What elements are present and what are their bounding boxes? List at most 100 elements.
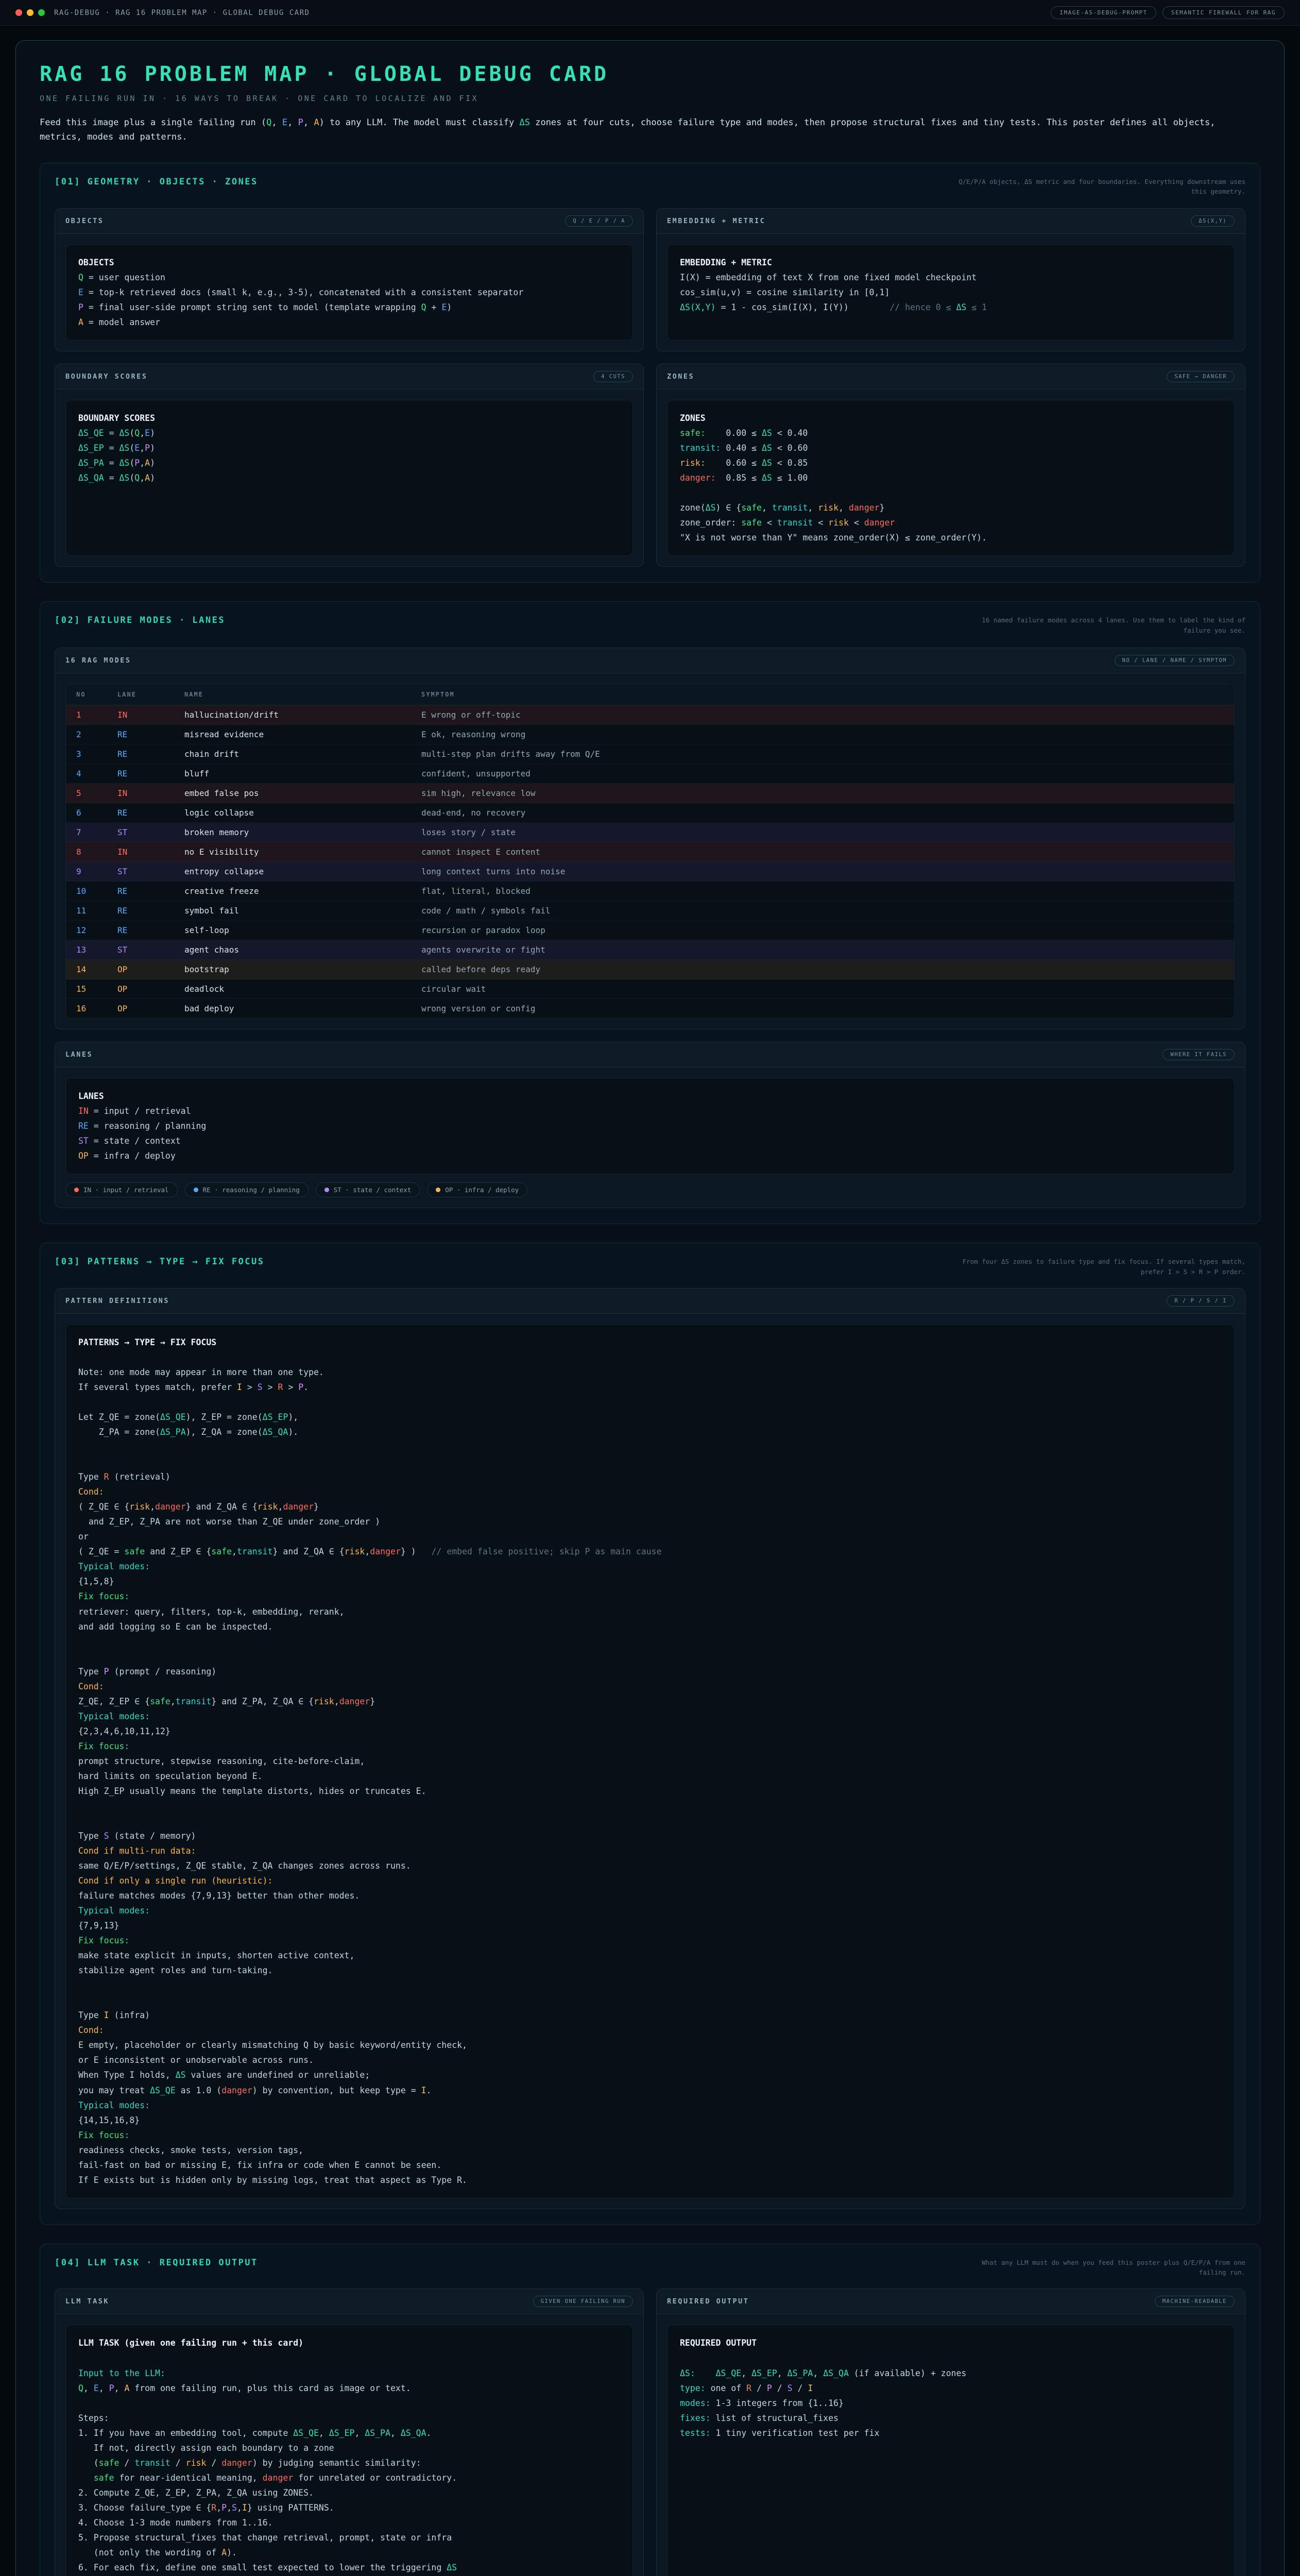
code-line: 2. Compute Z_QE, Z_EP, Z_PA, Z_QA using … [78, 2485, 620, 2500]
patterns-code: PATTERNS → TYPE → FIX FOCUS Note: one mo… [65, 1324, 1235, 2198]
boundary-scores-panel: BOUNDARY SCORES 4 CUTS BOUNDARY SCORESΔS… [55, 364, 644, 567]
code-line: {14,15,16,8} [78, 2113, 1222, 2128]
code-line: type: one of R / P / S / I [680, 2381, 1222, 2396]
code-line: safe for near-identical meaning, danger … [78, 2470, 620, 2485]
code-line [680, 2351, 1222, 2366]
code-line: Z_QE, Z_EP ∈ {safe,transit} and Z_PA, Z_… [78, 1694, 1222, 1709]
code-line: BOUNDARY SCORES [78, 411, 620, 426]
intro-text: Feed this image plus a single failing ru… [40, 115, 1260, 144]
code-line [78, 1395, 1222, 1410]
code-line [78, 2351, 620, 2366]
panel-badge: R / P / S / I [1167, 1295, 1235, 1307]
mode-row: 1INhallucination/driftE wrong or off-top… [66, 705, 1234, 725]
code-line: I(X) = embedding of text X from one fixe… [680, 270, 1222, 285]
code-line: Cond: [78, 1679, 1222, 1694]
code-line: Cond: [78, 1484, 1222, 1499]
code-line: REQUIRED OUTPUT [680, 2335, 1222, 2350]
code-line: If not, directly assign each boundary to… [78, 2441, 620, 2455]
code-line: {7,9,13} [78, 1918, 1222, 1933]
code-line: 6. For each fix, define one small test e… [78, 2560, 620, 2575]
mode-row: 13STagent chaosagents overwrite or fight [66, 940, 1234, 960]
code-line: zone(ΔS) ∈ {safe, transit, risk, danger} [680, 500, 1222, 515]
modes-table-header-row: NO LANE NAME SYMPTOM [66, 684, 1234, 705]
code-line: {1,5,8} [78, 1574, 1222, 1589]
col-lane: LANE [107, 684, 174, 705]
section-label: [02] FAILURE MODES · LANES [55, 615, 225, 625]
panel-badge: ΔS(X,Y) [1191, 215, 1235, 227]
code-line: failure matches modes {7,9,13} better th… [78, 1888, 1222, 1903]
modes-table-wrap: NO LANE NAME SYMPTOM 1INhallucination/dr… [65, 684, 1235, 1019]
code-line: ST = state / context [78, 1133, 1222, 1148]
code-line: {2,3,4,6,10,11,12} [78, 1724, 1222, 1739]
lane-legend-chip: RE · reasoning / planning [185, 1182, 309, 1197]
panel-badge: NO / LANE / NAME / SYMPTOM [1115, 655, 1235, 666]
mode-row: 9STentropy collapselong context turns in… [66, 862, 1234, 882]
main-card: RAG 16 PROBLEM MAP · GLOBAL DEBUG CARD O… [15, 40, 1285, 2576]
code-line: retriever: query, filters, top-k, embedd… [78, 1604, 1222, 1619]
mode-row: 10REcreative freezeflat, literal, blocke… [66, 882, 1234, 901]
section-label: [04] LLM TASK · REQUIRED OUTPUT [55, 2258, 258, 2268]
lane-legend-chip: IN · input / retrieval [65, 1182, 178, 1197]
code-line: or [78, 1529, 1222, 1544]
required-output-code: REQUIRED OUTPUT ΔS: ΔS_QE, ΔS_EP, ΔS_PA,… [667, 2325, 1235, 2576]
code-line: Type P (prompt / reasoning) [78, 1664, 1222, 1679]
code-line: ( Z_QE = safe and Z_EP ∈ {safe,transit} … [78, 1544, 1222, 1559]
code-line: RE = reasoning / planning [78, 1118, 1222, 1133]
code-line: prompt structure, stepwise reasoning, ci… [78, 1754, 1222, 1769]
lanes-panel: LANES WHERE IT FAILS LANESIN = input / r… [55, 1042, 1245, 1208]
panel-title: EMBEDDING + METRIC [667, 217, 765, 225]
code-line: Type R (retrieval) [78, 1469, 1222, 1484]
code-line [78, 1978, 1222, 1993]
code-line: Fix focus: [78, 1589, 1222, 1604]
rag-modes-panel: 16 RAG MODES NO / LANE / NAME / SYMPTOM … [55, 648, 1245, 1029]
code-line: 4. Choose 1-3 mode numbers from 1..16. [78, 2515, 620, 2530]
code-line: EMBEDDING + METRIC [680, 255, 1222, 270]
tag-image-as-debug-prompt: IMAGE-AS-DEBUG-PROMPT [1051, 6, 1156, 19]
code-line: Fix focus: [78, 1739, 1222, 1754]
lanes-code: LANESIN = input / retrievalRE = reasonin… [65, 1078, 1235, 1174]
code-line: fixes: list of structural_fixes [680, 2411, 1222, 2426]
code-line: Input to the LLM: [78, 2366, 620, 2381]
embedding-code: EMBEDDING + METRICI(X) = embedding of te… [667, 244, 1235, 341]
code-line: Cond if multi-run data: [78, 1843, 1222, 1858]
lane-dot-icon [74, 1188, 79, 1192]
code-line: ΔS_PA = ΔS(P,A) [78, 455, 620, 470]
code-line: Fix focus: [78, 2128, 1222, 2143]
code-line: safe: 0.00 ≤ ΔS < 0.40 [680, 426, 1222, 440]
zones-panel: ZONES SAFE → DANGER ZONESsafe: 0.00 ≤ ΔS… [656, 364, 1245, 567]
panel-title: 16 RAG MODES [65, 656, 131, 665]
minimize-button[interactable] [27, 9, 33, 16]
code-line: fail-fast on bad or missing E, fix infra… [78, 2158, 1222, 2173]
code-line: If E exists but is hidden only by missin… [78, 2173, 1222, 2188]
maximize-button[interactable] [38, 9, 45, 16]
code-line [78, 1634, 1222, 1649]
code-line [78, 1993, 1222, 2008]
code-line: hard limits on speculation beyond E. [78, 1769, 1222, 1784]
mode-row: 16OPbad deploywrong version or config [66, 999, 1234, 1019]
code-line [78, 1649, 1222, 1664]
llm-task-panel: LLM TASK GIVEN ONE FAILING RUN LLM TASK … [55, 2289, 644, 2576]
panel-badge: WHERE IT FAILS [1162, 1049, 1235, 1060]
panel-title: REQUIRED OUTPUT [667, 2297, 749, 2306]
page-title: RAG 16 PROBLEM MAP · GLOBAL DEBUG CARD [40, 62, 1260, 86]
code-line [78, 1814, 1222, 1828]
code-line: Let Z_QE = zone(ΔS_QE), Z_EP = zone(ΔS_E… [78, 1410, 1222, 1425]
panel-badge: 4 CUTS [593, 371, 633, 382]
objects-panel: OBJECTS Q / E / P / A OBJECTSQ = user qu… [55, 208, 644, 351]
mode-row: 3REchain driftmulti-step plan drifts awa… [66, 744, 1234, 764]
code-line: (not only the wording of A). [78, 2545, 620, 2560]
col-symptom: SYMPTOM [411, 684, 1234, 705]
code-line: ZONES [680, 411, 1222, 426]
code-line: Type S (state / memory) [78, 1828, 1222, 1843]
section-patterns-header: [03] PATTERNS → TYPE → FIX FOCUS From fo… [55, 1257, 1245, 1277]
section-llm-task: [04] LLM TASK · REQUIRED OUTPUT What any… [40, 2244, 1260, 2576]
code-line: Typical modes: [78, 2098, 1222, 2113]
objects-code: OBJECTSQ = user questionE = top-k retrie… [65, 244, 633, 341]
close-button[interactable] [15, 9, 22, 16]
lane-dot-icon [324, 1188, 329, 1192]
section-patterns: [03] PATTERNS → TYPE → FIX FOCUS From fo… [40, 1243, 1260, 2225]
llm-task-code: LLM TASK (given one failing run + this c… [65, 2325, 633, 2576]
code-line: Z_PA = zone(ΔS_PA), Z_QA = zone(ΔS_QA). [78, 1425, 1222, 1439]
mode-row: 12REself-looprecursion or paradox loop [66, 921, 1234, 940]
code-line: High Z_EP usually means the template dis… [78, 1784, 1222, 1799]
